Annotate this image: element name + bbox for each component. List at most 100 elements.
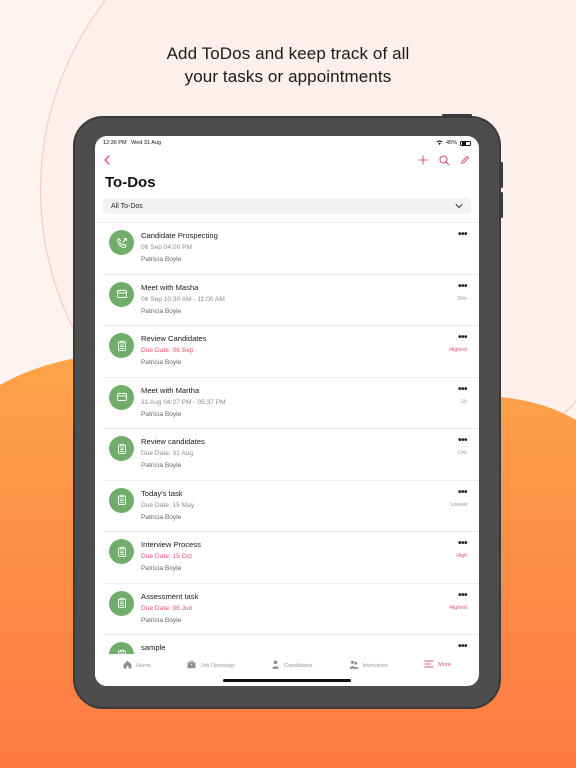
todo-priority-or-duration: Lowest — [450, 501, 467, 508]
tab-label: More — [438, 662, 451, 668]
briefcase-icon — [187, 660, 196, 671]
todo-owner: Patricia Boyle — [141, 256, 182, 263]
todo-row[interactable]: Meet with Masha 06 Sep 10:30 AM - 11:00 … — [103, 275, 479, 326]
todo-priority-or-duration: Highest — [449, 347, 467, 353]
todo-title: Review candidates — [141, 437, 205, 446]
todo-filter-dropdown[interactable]: All To-Dos — [103, 198, 471, 214]
battery-percent: 45% — [445, 140, 457, 146]
todo-type-icon — [109, 642, 134, 654]
todo-title: Interview Process — [141, 540, 201, 549]
menu-icon — [424, 660, 434, 670]
todo-date: Due Date: 06 Sep — [141, 347, 194, 354]
tab-candidates[interactable]: Candidates — [271, 660, 312, 671]
clipboard-icon — [117, 597, 126, 608]
plus-icon — [418, 155, 428, 165]
todo-owner: Patricia Boyle — [141, 359, 182, 366]
search-icon — [438, 154, 450, 166]
todo-row[interactable]: Assessment task Due Date: 06 Jun Patrici… — [103, 584, 479, 635]
people-icon — [349, 660, 359, 671]
home-indicator[interactable] — [223, 679, 351, 682]
todo-title: Meet with Martha — [141, 385, 200, 395]
todo-row[interactable]: Interview Process Due Date: 15 Oct Patri… — [103, 532, 479, 584]
tab-home[interactable]: Home — [123, 660, 151, 671]
more-options-button[interactable]: ••• — [458, 641, 468, 652]
todo-date: Due Date: 06 Jun — [141, 604, 193, 612]
headline-line-2: your tasks or appointments — [184, 67, 392, 86]
more-options-button[interactable]: ••• — [458, 538, 468, 549]
todo-list[interactable]: Candidate Prospecting 06 Sep 04:00 PM Pa… — [95, 222, 479, 654]
todo-date: 06 Sep 10:30 AM - 11:00 AM — [141, 295, 225, 303]
more-options-button[interactable]: ••• — [458, 332, 468, 343]
todo-row[interactable]: Candidate Prospecting 06 Sep 04:00 PM Pa… — [103, 223, 479, 275]
tab-job-openings[interactable]: Job Openings — [187, 660, 235, 671]
pencil-icon — [461, 156, 469, 164]
tab-more[interactable]: More — [424, 660, 451, 670]
todo-priority-or-duration: Low — [457, 450, 467, 456]
status-time: 12:36 PM — [103, 140, 127, 146]
clipboard-icon — [117, 546, 126, 557]
todo-row[interactable]: Today's task Due Date: 15 May Patricia B… — [103, 481, 479, 532]
todo-owner: Patricia Boyle — [141, 616, 182, 624]
todo-title: Assessment task — [141, 591, 199, 601]
tab-label: Interviews — [362, 662, 388, 669]
add-todo-button[interactable] — [417, 154, 429, 166]
more-options-button[interactable]: ••• — [458, 384, 468, 395]
todo-type-icon — [109, 384, 134, 410]
promo-headline: Add ToDos and keep track of all your tas… — [0, 42, 576, 88]
clipboard-icon — [117, 340, 126, 351]
todo-date: 31 Aug 04:27 PM - 05:37 PM — [141, 398, 226, 406]
clipboard-icon — [117, 494, 126, 505]
todo-type-icon — [109, 436, 134, 461]
todo-type-icon — [109, 539, 134, 564]
more-options-button[interactable]: ••• — [458, 229, 468, 240]
todo-row[interactable]: sample Due Date: 04 Oct 2020 ••• — [103, 635, 479, 654]
more-options-button[interactable]: ••• — [458, 281, 468, 292]
back-button[interactable] — [101, 154, 113, 166]
page-title: To-Dos — [105, 174, 156, 191]
filter-selected-value: All To-Dos — [111, 202, 143, 210]
status-bar: 12:36 PM Wed 31 Aug 45% — [95, 136, 479, 150]
todo-type-icon — [109, 590, 134, 616]
todo-date: 06 Sep 04:00 PM — [141, 244, 192, 251]
todo-priority-or-duration: High — [456, 553, 467, 559]
tab-label: Candidates — [284, 662, 313, 669]
search-button[interactable] — [438, 154, 450, 166]
todo-type-icon — [109, 487, 134, 513]
calendar-icon — [116, 392, 127, 401]
todo-title: Today's task — [141, 488, 183, 498]
todo-type-icon — [109, 281, 134, 307]
more-options-button[interactable]: ••• — [458, 590, 468, 601]
nav-bar — [95, 150, 479, 170]
more-options-button[interactable]: ••• — [458, 435, 468, 446]
home-icon — [123, 660, 132, 671]
tab-interviews[interactable]: Interviews — [349, 660, 388, 671]
todo-row[interactable]: Meet with Martha 31 Aug 04:27 PM - 05:37… — [103, 378, 479, 429]
status-date: Wed 31 Aug — [131, 140, 162, 146]
clipboard-icon — [117, 443, 126, 454]
edit-button[interactable] — [459, 154, 471, 166]
todo-title: sample — [141, 643, 166, 652]
person-icon — [271, 660, 280, 671]
battery-icon — [460, 140, 471, 146]
todo-row[interactable]: Review candidates Due Date: 31 Aug Patri… — [103, 429, 479, 481]
calendar-icon — [116, 289, 127, 298]
todo-type-icon — [109, 333, 134, 358]
tab-label: Home — [136, 662, 152, 669]
todo-priority-or-duration: Highest — [449, 604, 467, 611]
todo-date: Due Date: 15 Oct — [141, 553, 192, 560]
more-options-button[interactable]: ••• — [458, 487, 468, 498]
todo-title: Review Candidates — [141, 334, 207, 343]
app-screen: 12:36 PM Wed 31 Aug 45% To-Dos All To-Do… — [95, 136, 479, 686]
todo-priority-or-duration: 1h — [461, 398, 467, 405]
todo-row[interactable]: Review Candidates Due Date: 06 Sep Patri… — [103, 326, 479, 378]
headline-line-1: Add ToDos and keep track of all — [166, 44, 410, 63]
chevron-down-icon — [455, 204, 463, 209]
todo-priority-or-duration: 30m — [456, 295, 467, 302]
todo-owner: Patricia Boyle — [141, 462, 182, 469]
todo-date: Due Date: 15 May — [141, 501, 195, 509]
phone-outgoing-icon — [116, 237, 127, 248]
wifi-icon — [436, 140, 443, 147]
tab-label: Job Openings — [200, 662, 235, 669]
todo-title: Meet with Masha — [141, 282, 199, 292]
todo-owner: Patricia Boyle — [141, 513, 182, 521]
